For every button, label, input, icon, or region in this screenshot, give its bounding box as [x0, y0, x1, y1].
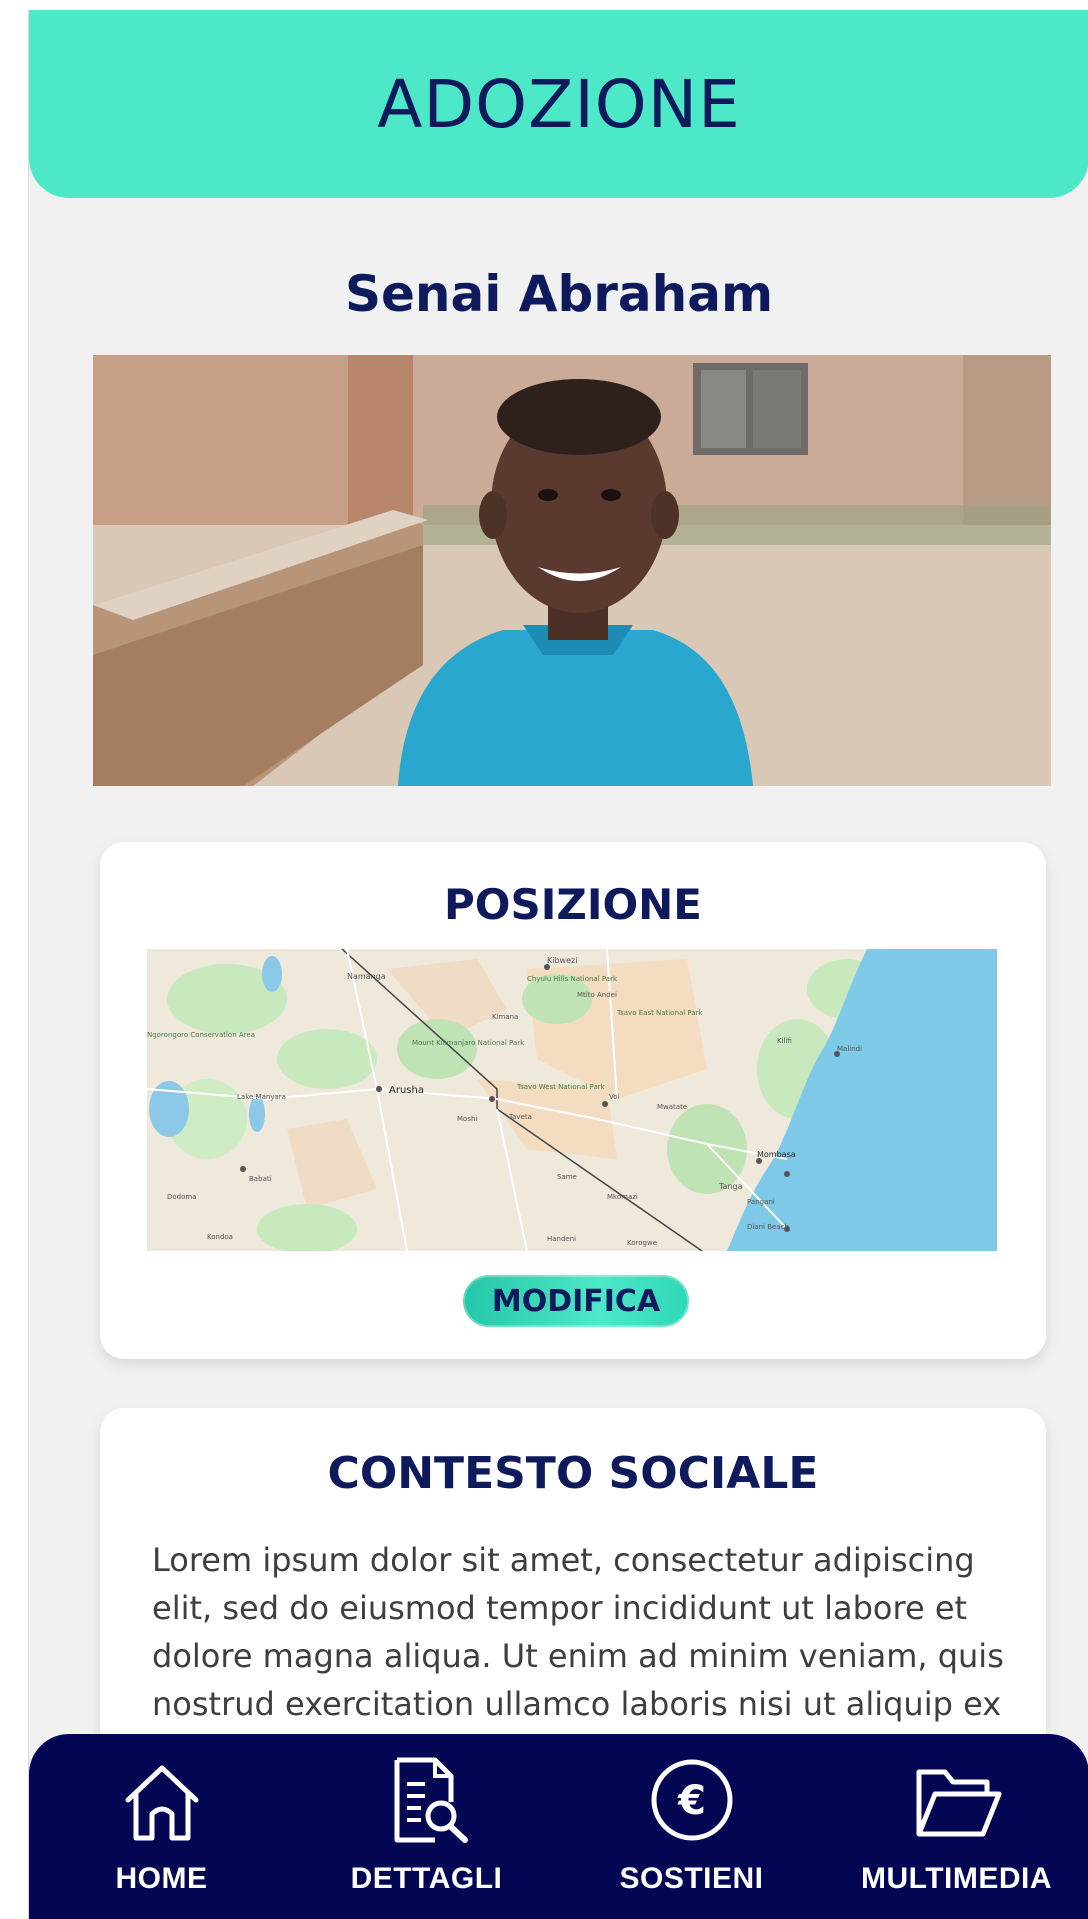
child-name: Senai Abraham: [344, 265, 774, 323]
map-label: Taveta: [508, 1113, 532, 1121]
nav-label-details: DETTAGLI: [350, 1862, 503, 1895]
map-label: Handeni: [547, 1235, 576, 1243]
position-title: POSIZIONE: [444, 880, 702, 929]
map-label: Korogwe: [627, 1239, 657, 1247]
nav-item-support[interactable]: € SOSTIENI: [577, 1752, 807, 1896]
euro-coin-icon: €: [651, 1759, 732, 1841]
map-label: Dodoma: [167, 1193, 197, 1201]
map-label: Mwatate: [657, 1103, 687, 1111]
map-label: Malindi: [837, 1045, 862, 1053]
map-label: Babati: [249, 1175, 272, 1183]
map-label: Kibwezi: [547, 956, 577, 965]
map-label: Moshi: [457, 1115, 477, 1123]
map-label: Tsavo West National Park: [516, 1083, 606, 1091]
map-label: Mtito Andei: [577, 991, 617, 999]
map-label: Pangani: [747, 1198, 775, 1206]
map-label: Ngorongoro Conservation Area: [147, 1031, 255, 1039]
modify-button[interactable]: MODIFICA: [463, 1275, 689, 1327]
document-search-icon: [394, 1757, 468, 1843]
map-image: Arusha Kibwezi Namanga Chyulu Hills Nati…: [147, 949, 997, 1251]
svg-text:€: €: [677, 1778, 706, 1824]
social-context-title: CONTESTO SOCIALE: [327, 1448, 819, 1499]
page-title: ADOZIONE: [377, 65, 741, 143]
map-label: Voi: [609, 1093, 620, 1101]
map-label: Lake Manyara: [237, 1093, 286, 1101]
map-label: Chyulu Hills National Park: [527, 975, 618, 983]
child-photo: [93, 355, 1051, 786]
bottom-nav: HOME DETTAGLI € SOSTIENI MULTIMEDIA: [29, 1734, 1088, 1919]
nav-item-home[interactable]: HOME: [47, 1752, 277, 1896]
nav-label-support: SOSTIENI: [619, 1862, 764, 1895]
map-label: Mkomazi: [607, 1193, 638, 1201]
app-screen: ADOZIONE Senai Abraham POSIZIONE Arusha …: [28, 10, 1088, 1919]
folder-icon: [916, 1769, 1001, 1837]
map-label: Kimana: [492, 1013, 518, 1021]
map-label: Tanga: [718, 1182, 743, 1191]
map-label: Mount Kilimanjaro National Park: [412, 1039, 525, 1047]
position-card: POSIZIONE Arusha Kibwezi Namanga Chyulu …: [100, 842, 1046, 1359]
map-label: Tsavo East National Park: [616, 1009, 704, 1017]
nav-label-home: HOME: [115, 1862, 208, 1895]
map-label: Kilifi: [777, 1037, 792, 1045]
map-label: Kondoa: [207, 1233, 233, 1241]
header-bar: ADOZIONE: [29, 10, 1088, 198]
location-map[interactable]: Arusha Kibwezi Namanga Chyulu Hills Nati…: [147, 949, 997, 1251]
nav-label-multimedia: MULTIMEDIA: [860, 1862, 1053, 1895]
nav-item-multimedia[interactable]: MULTIMEDIA: [842, 1752, 1072, 1896]
map-label: Arusha: [389, 1085, 424, 1096]
nav-item-details[interactable]: DETTAGLI: [312, 1752, 542, 1896]
map-label: Namanga: [347, 972, 386, 981]
map-label: Same: [557, 1173, 577, 1181]
map-label: Mombasa: [757, 1150, 796, 1159]
map-label: Diani Beach: [747, 1223, 789, 1231]
child-photo-image: [93, 355, 1051, 786]
home-icon: [125, 1765, 198, 1841]
